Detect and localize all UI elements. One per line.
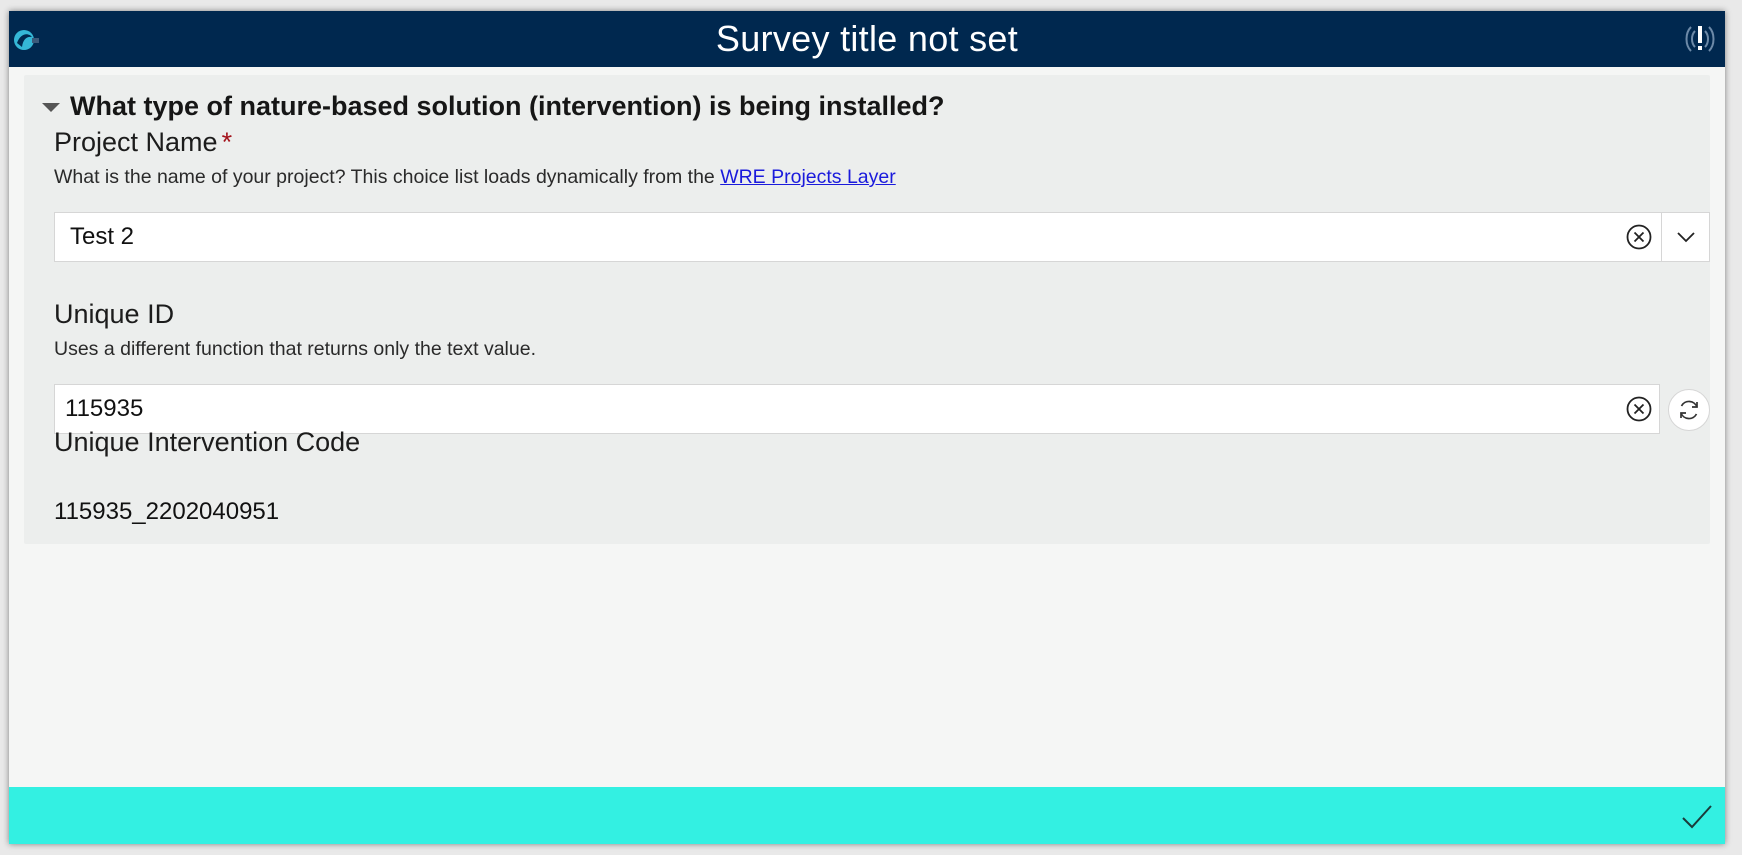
- clear-circle-icon[interactable]: [1625, 223, 1653, 251]
- title-bar: Survey title not set: [9, 11, 1725, 67]
- project-name-hint: What is the name of your project? This c…: [54, 166, 896, 189]
- checkmark-icon: [1682, 805, 1712, 829]
- unique-id-label: Unique ID: [54, 299, 175, 329]
- clear-circle-icon[interactable]: [1625, 395, 1653, 423]
- refresh-icon: [1680, 400, 1698, 420]
- question-group: What type of nature-based solution (inte…: [24, 75, 1710, 544]
- unique-id-hint: Uses a different function that returns o…: [54, 338, 536, 360]
- project-name-select[interactable]: Test 2: [54, 212, 1710, 262]
- project-name-label-text: Project Name: [54, 127, 218, 157]
- dropdown-button[interactable]: [1661, 213, 1709, 261]
- chevron-down-icon: [1676, 232, 1695, 243]
- survey-title: Survey title not set: [715, 18, 1019, 59]
- intervention-code-label: Unique Intervention Code: [54, 427, 361, 457]
- project-name-value: Test 2: [70, 223, 135, 250]
- group-title: What type of nature-based solution (inte…: [70, 91, 945, 121]
- footer-bar: [9, 787, 1725, 844]
- intervention-code-value: 115935_2202040951: [54, 498, 280, 525]
- caret-down-icon: [42, 103, 60, 112]
- survey-window: Survey title not set What type of nature…: [9, 11, 1725, 844]
- project-name-hint-text: What is the name of your project? This c…: [54, 166, 721, 188]
- gps-warning-icon[interactable]: [1683, 23, 1717, 55]
- group-header[interactable]: What type of nature-based solution (inte…: [42, 91, 945, 122]
- refresh-button[interactable]: [1668, 389, 1710, 431]
- unique-id-input[interactable]: [55, 395, 1625, 423]
- required-indicator: *: [221, 127, 233, 157]
- project-name-label: Project Name *: [54, 127, 232, 158]
- survey123-logo-icon[interactable]: [13, 28, 39, 52]
- submit-button[interactable]: [1677, 797, 1717, 837]
- wre-projects-layer-link[interactable]: WRE Projects Layer: [720, 166, 896, 188]
